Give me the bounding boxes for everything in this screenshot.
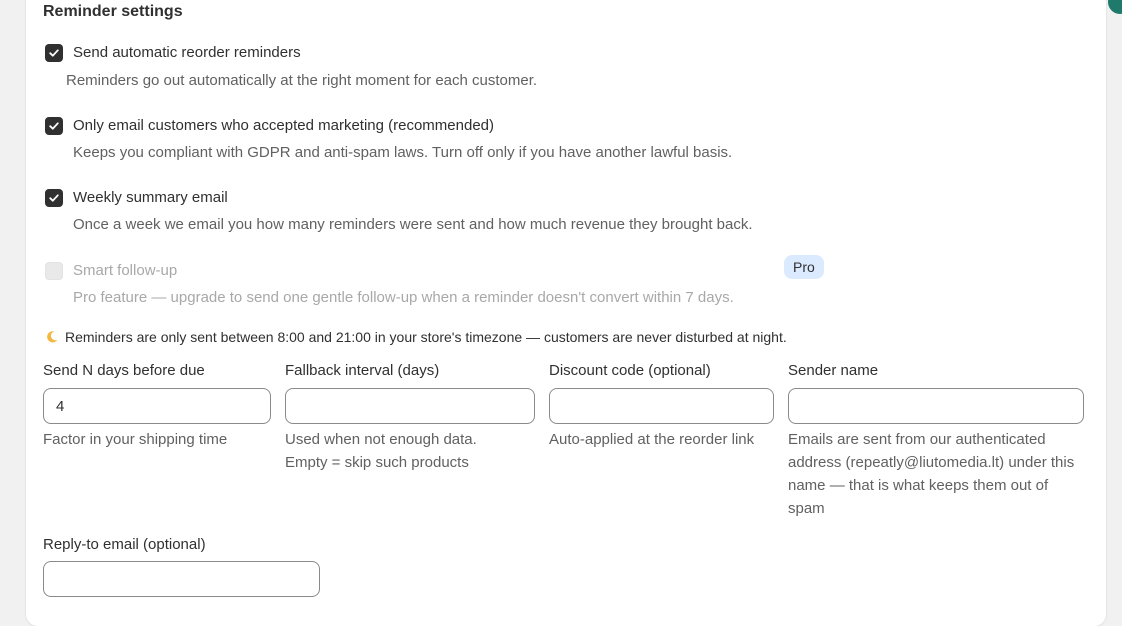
quiet-hours-notice: Reminders are only sent between 8:00 and… xyxy=(45,329,787,345)
auto-reminders-help: Reminders go out automatically at the ri… xyxy=(66,72,538,89)
sender-name-input[interactable] xyxy=(788,388,1084,424)
weekly-summary-label[interactable]: Weekly summary email xyxy=(73,189,228,206)
days-before-help: Factor in your shipping time xyxy=(43,431,228,448)
settings-card xyxy=(26,0,1106,626)
section-title: Reminder settings xyxy=(43,3,183,20)
smart-followup-label: Smart follow-up xyxy=(73,262,178,279)
auto-reminders-label[interactable]: Send automatic reorder reminders xyxy=(73,44,301,61)
moon-icon xyxy=(47,331,58,343)
smart-followup-help: Pro feature — upgrade to send one gentle… xyxy=(73,289,734,306)
days-before-input[interactable] xyxy=(43,388,271,424)
marketing-consent-label[interactable]: Only email customers who accepted market… xyxy=(73,117,494,134)
checkmark-icon xyxy=(49,194,59,202)
smart-followup-checkbox xyxy=(45,262,63,280)
quiet-hours-text: Reminders are only sent between 8:00 and… xyxy=(65,329,787,345)
fallback-interval-input[interactable] xyxy=(285,388,535,424)
reply-to-label: Reply-to email (optional) xyxy=(43,536,206,553)
fallback-interval-label: Fallback interval (days) xyxy=(285,362,440,379)
days-before-label: Send N days before due xyxy=(43,362,205,379)
weekly-summary-checkbox[interactable] xyxy=(45,189,63,207)
auto-reminders-checkbox[interactable] xyxy=(45,44,63,62)
discount-code-label: Discount code (optional) xyxy=(549,362,711,379)
fallback-interval-help-line-2: Empty = skip such products xyxy=(285,454,469,471)
corner-accent xyxy=(1108,0,1122,14)
reply-to-input[interactable] xyxy=(43,561,320,597)
sender-name-help: Emails are sent from our authenticated a… xyxy=(788,431,1075,517)
checkmark-icon xyxy=(49,122,59,130)
marketing-consent-checkbox[interactable] xyxy=(45,117,63,135)
sender-name-label: Sender name xyxy=(788,362,879,379)
discount-code-input[interactable] xyxy=(549,388,774,424)
fallback-interval-help-line-1: Used when not enough data. xyxy=(285,431,477,448)
discount-code-help: Auto-applied at the reorder link xyxy=(549,431,755,448)
weekly-summary-help: Once a week we email you how many remind… xyxy=(73,216,753,233)
marketing-consent-help: Keeps you compliant with GDPR and anti-s… xyxy=(73,144,733,161)
checkmark-icon xyxy=(49,49,59,57)
pro-badge: Pro xyxy=(784,255,824,279)
